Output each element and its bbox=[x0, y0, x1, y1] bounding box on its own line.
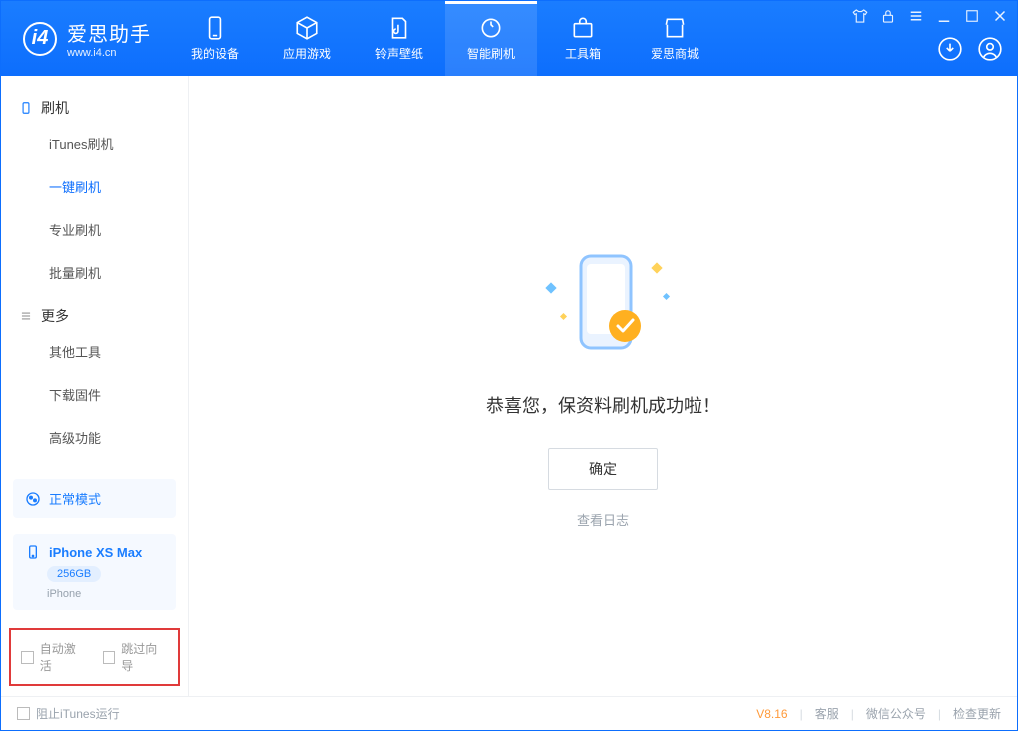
cube-icon bbox=[294, 15, 320, 41]
header-right-icons bbox=[937, 36, 1003, 62]
nav-my-device[interactable]: 我的设备 bbox=[169, 1, 261, 76]
sidebar-item-advanced[interactable]: 高级功能 bbox=[1, 416, 188, 459]
phone-icon bbox=[202, 15, 228, 41]
menu-icon[interactable] bbox=[907, 7, 925, 25]
sidebar-item-batch-flash[interactable]: 批量刷机 bbox=[1, 251, 188, 294]
checkbox-icon bbox=[103, 651, 116, 664]
sidebar-group-flash: 刷机 bbox=[1, 86, 188, 122]
sidebar-item-download-firmware[interactable]: 下载固件 bbox=[1, 373, 188, 416]
device-info[interactable]: iPhone XS Max 256GB iPhone bbox=[13, 534, 176, 610]
tshirt-icon[interactable] bbox=[851, 7, 869, 25]
user-icon[interactable] bbox=[977, 36, 1003, 62]
refresh-gear-icon bbox=[478, 15, 504, 41]
view-log-link[interactable]: 查看日志 bbox=[577, 510, 629, 529]
body: 刷机 iTunes刷机 一键刷机 专业刷机 批量刷机 更多 其他工具 下载固件 … bbox=[1, 76, 1017, 696]
minimize-icon[interactable] bbox=[935, 7, 953, 25]
nav-toolbox[interactable]: 工具箱 bbox=[537, 1, 629, 76]
success-illustration bbox=[543, 244, 663, 364]
store-icon bbox=[662, 15, 688, 41]
footer-link-wechat[interactable]: 微信公众号 bbox=[866, 705, 926, 722]
logo-icon: i4 bbox=[23, 22, 57, 56]
version-label: V8.16 bbox=[756, 707, 787, 721]
window-controls bbox=[851, 7, 1009, 25]
sparkle-icon bbox=[663, 292, 670, 299]
main-content: 恭喜您，保资料刷机成功啦！ 确定 查看日志 bbox=[189, 76, 1017, 696]
sidebar-item-other-tools[interactable]: 其他工具 bbox=[1, 330, 188, 373]
lock-icon[interactable] bbox=[879, 7, 897, 25]
download-icon[interactable] bbox=[937, 36, 963, 62]
close-icon[interactable] bbox=[991, 7, 1009, 25]
maximize-icon[interactable] bbox=[963, 7, 981, 25]
footer-link-support[interactable]: 客服 bbox=[815, 705, 839, 722]
activation-options: 自动激活 跳过向导 bbox=[9, 628, 180, 686]
app-title: 爱思助手 bbox=[67, 18, 151, 47]
checkbox-block-itunes[interactable]: 阻止iTunes运行 bbox=[17, 705, 120, 722]
device-phone-icon bbox=[25, 544, 41, 560]
nav-apps-games[interactable]: 应用游戏 bbox=[261, 1, 353, 76]
checkbox-icon bbox=[17, 707, 30, 720]
mode-indicator[interactable]: 正常模式 bbox=[13, 479, 176, 518]
nav-store[interactable]: 爱思商城 bbox=[629, 1, 721, 76]
sidebar: 刷机 iTunes刷机 一键刷机 专业刷机 批量刷机 更多 其他工具 下载固件 … bbox=[1, 76, 189, 696]
device-type: iPhone bbox=[47, 588, 81, 600]
footer: 阻止iTunes运行 V8.16 | 客服 | 微信公众号 | 检查更新 bbox=[1, 696, 1017, 730]
app-window: i4 爱思助手 www.i4.cn 我的设备 应用游戏 铃声壁纸 智能刷机 bbox=[0, 0, 1018, 731]
ok-button[interactable]: 确定 bbox=[548, 448, 658, 490]
mode-icon bbox=[25, 491, 41, 507]
phone-outline-icon bbox=[19, 101, 33, 115]
device-name: iPhone XS Max bbox=[49, 545, 142, 560]
toolbox-icon bbox=[570, 15, 596, 41]
sidebar-item-itunes-flash[interactable]: iTunes刷机 bbox=[1, 122, 188, 165]
app-subtitle: www.i4.cn bbox=[67, 47, 151, 59]
sidebar-group-more: 更多 bbox=[1, 294, 188, 330]
music-file-icon bbox=[386, 15, 412, 41]
sidebar-item-pro-flash[interactable]: 专业刷机 bbox=[1, 208, 188, 251]
footer-link-update[interactable]: 检查更新 bbox=[953, 705, 1001, 722]
checkbox-auto-activate[interactable]: 自动激活 bbox=[21, 640, 87, 674]
top-nav: 我的设备 应用游戏 铃声壁纸 智能刷机 工具箱 爱思商城 bbox=[169, 1, 721, 76]
success-message: 恭喜您，保资料刷机成功啦！ bbox=[486, 392, 720, 418]
checkbox-skip-wizard[interactable]: 跳过向导 bbox=[103, 640, 169, 674]
header: i4 爱思助手 www.i4.cn 我的设备 应用游戏 铃声壁纸 智能刷机 bbox=[1, 1, 1017, 76]
nav-smart-flash[interactable]: 智能刷机 bbox=[445, 1, 537, 76]
sidebar-item-oneclick-flash[interactable]: 一键刷机 bbox=[1, 165, 188, 208]
checkbox-icon bbox=[21, 651, 34, 664]
nav-ringtone-wallpaper[interactable]: 铃声壁纸 bbox=[353, 1, 445, 76]
list-icon bbox=[19, 309, 33, 323]
device-capacity: 256GB bbox=[47, 566, 101, 582]
logo: i4 爱思助手 www.i4.cn bbox=[1, 18, 169, 59]
